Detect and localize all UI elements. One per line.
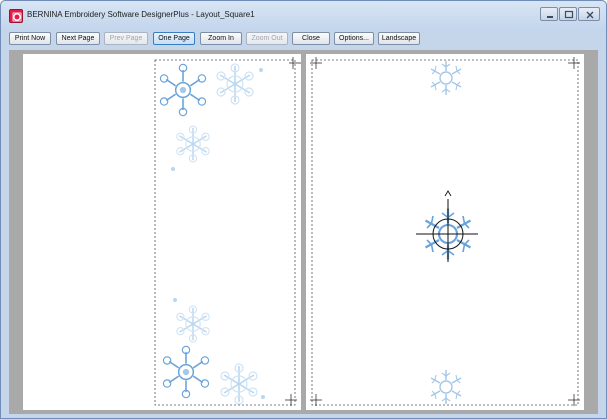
print-now-button[interactable]: Print Now — [9, 32, 51, 45]
bernina-logo-icon — [9, 9, 23, 23]
one-page-button[interactable]: One Page — [153, 32, 195, 45]
window-title: BERNINA Embroidery Software DesignerPlus… — [27, 10, 255, 19]
options-button[interactable]: Options... — [334, 32, 374, 45]
prev-page-button[interactable]: Prev Page — [104, 32, 148, 45]
close-button[interactable]: Close — [292, 32, 330, 45]
next-page-button[interactable]: Next Page — [56, 32, 100, 45]
minimize-icon[interactable] — [540, 7, 558, 21]
preview-page-left — [23, 54, 301, 410]
registration-mark-icon — [285, 57, 301, 406]
snowflake-icon — [159, 63, 263, 171]
maximize-icon[interactable] — [559, 7, 577, 21]
zoom-out-button[interactable]: Zoom Out — [246, 32, 288, 45]
hoop-frame — [311, 59, 579, 406]
preview-area[interactable] — [9, 50, 598, 414]
window-controls — [539, 7, 600, 23]
landscape-button[interactable]: Landscape — [378, 32, 420, 45]
snowflake-icon — [162, 298, 265, 405]
print-preview-window: BERNINA Embroidery Software DesignerPlus… — [0, 0, 607, 419]
hoop-frame — [154, 59, 296, 406]
close-icon[interactable] — [578, 7, 600, 21]
title-bar[interactable]: BERNINA Embroidery Software DesignerPlus… — [1, 1, 606, 31]
zoom-in-button[interactable]: Zoom In — [200, 32, 242, 45]
registration-mark-icon — [310, 57, 580, 406]
preview-page-right — [306, 54, 584, 410]
